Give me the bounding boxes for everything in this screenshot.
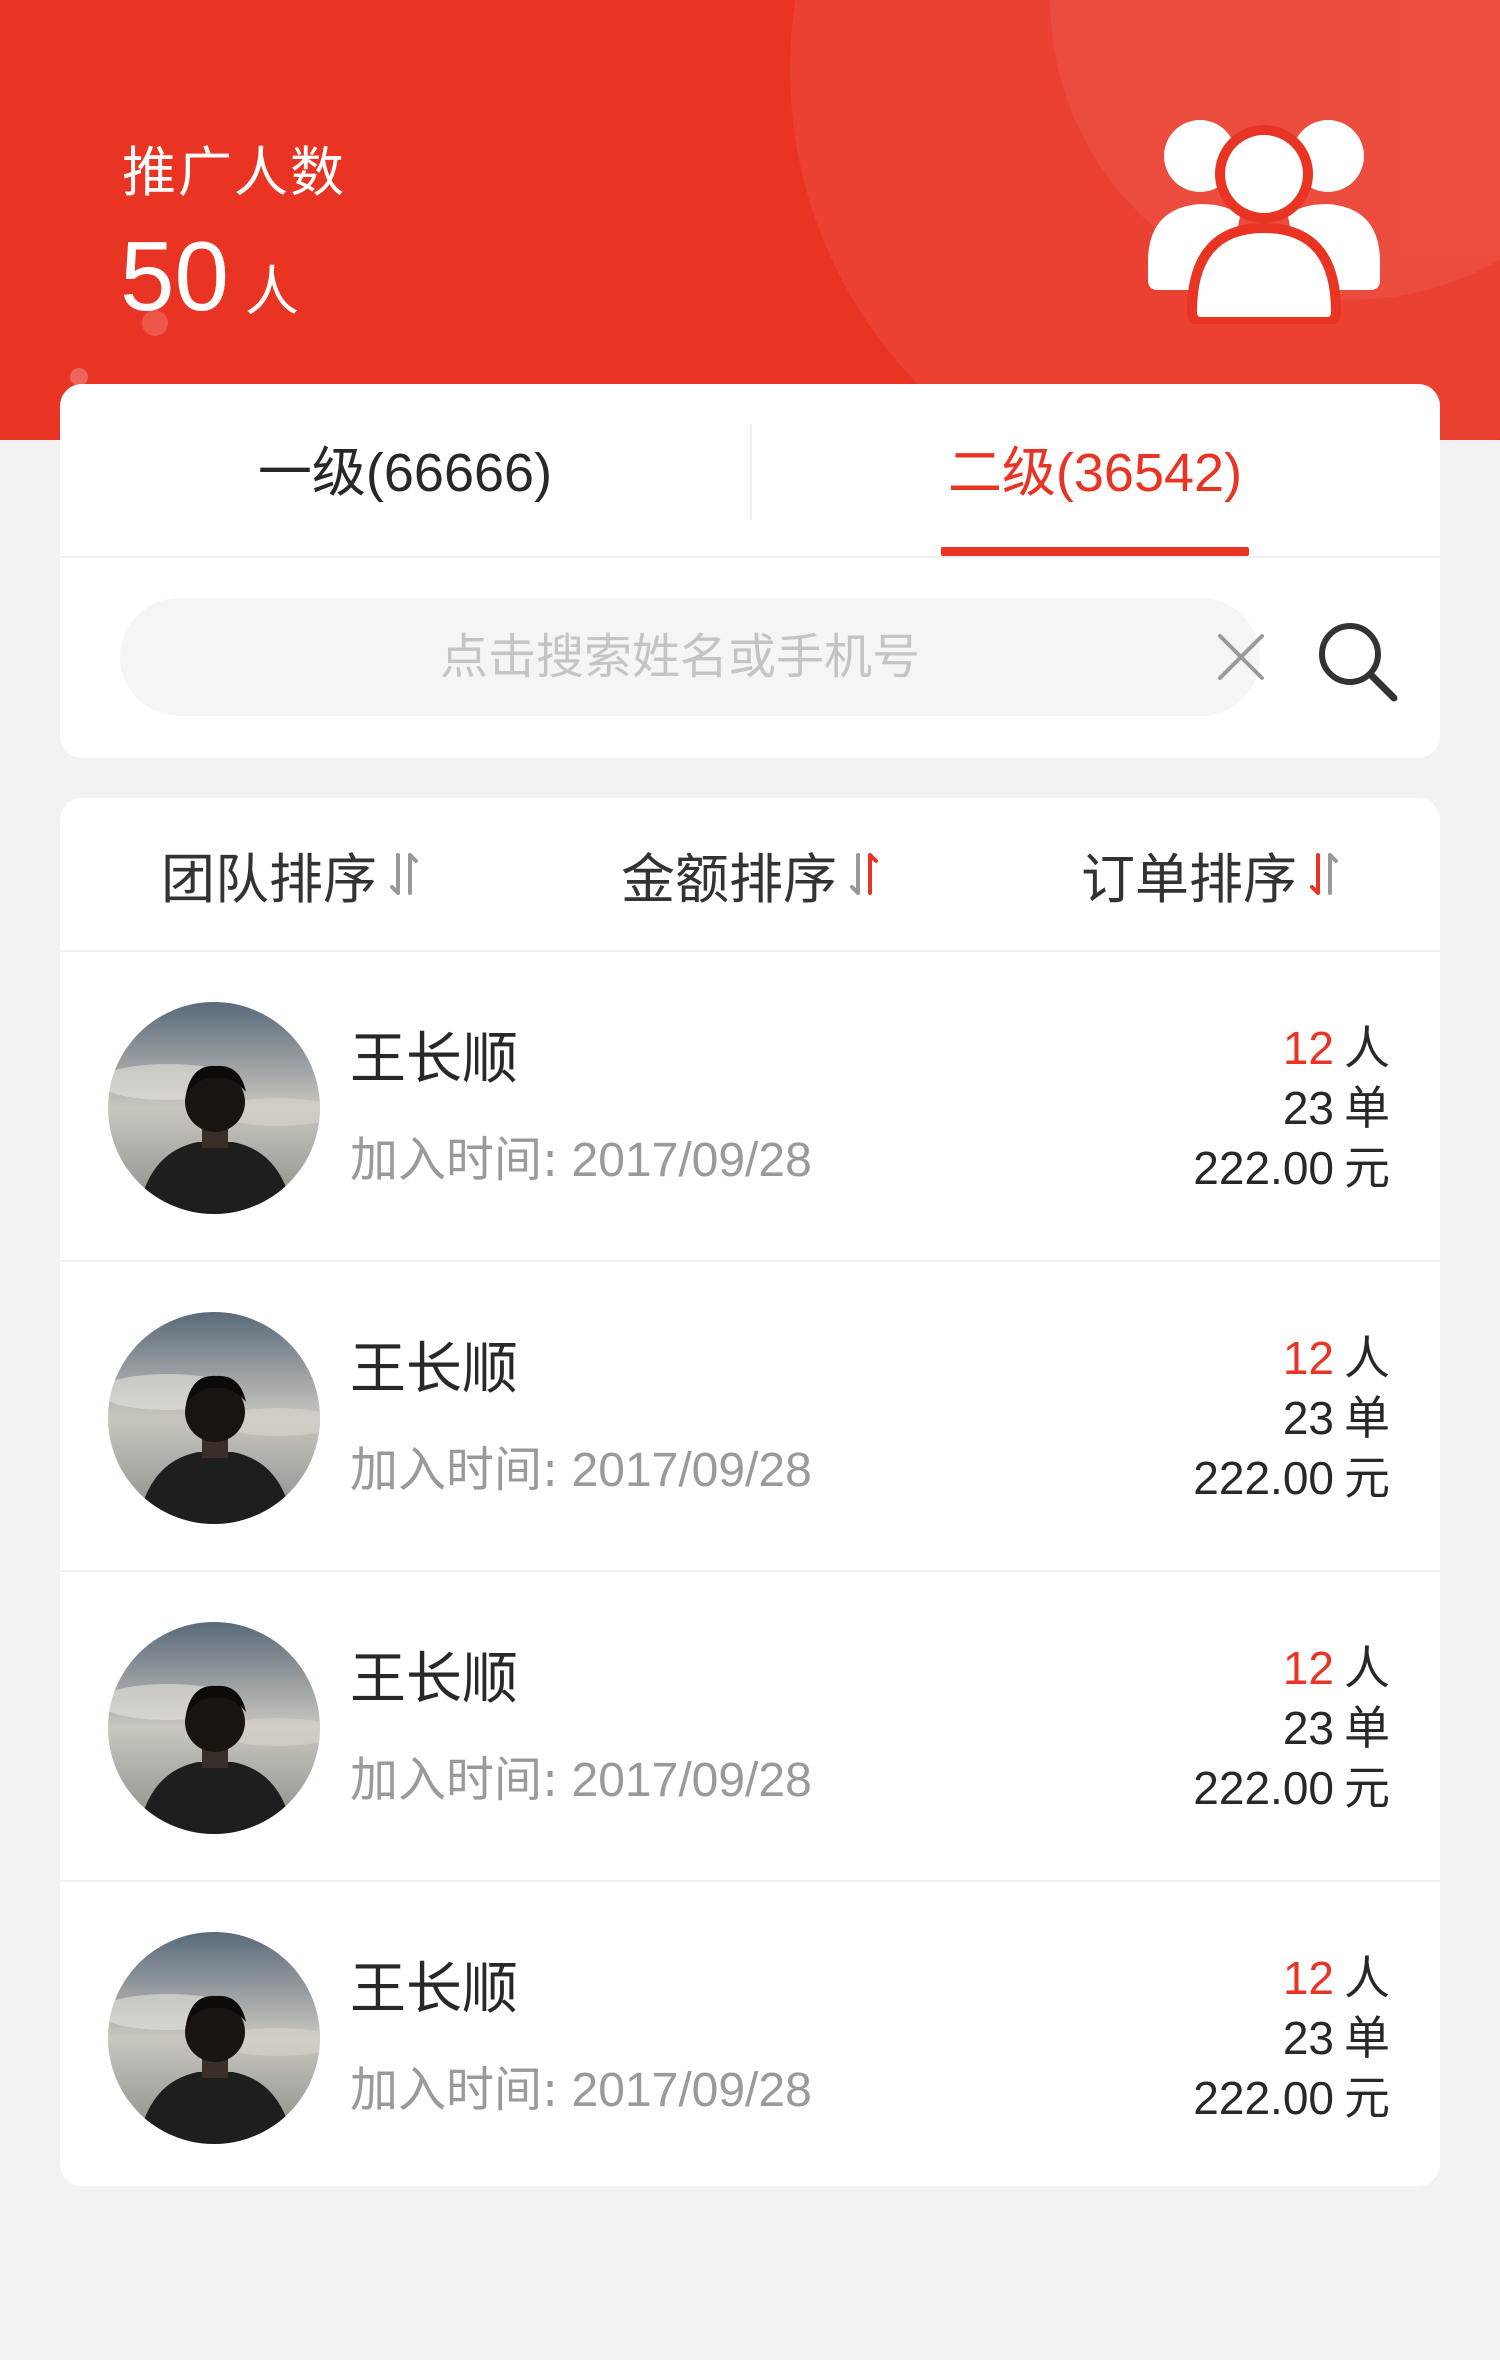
search-input[interactable]	[270, 598, 1090, 716]
level-tabs: 一级(66666) 二级(36542)	[60, 384, 1440, 558]
order-count: 23	[1282, 1392, 1334, 1444]
avatar	[108, 1002, 320, 1214]
amount: 222.00	[1193, 2072, 1334, 2124]
join-date-value: 2017/09/28	[571, 1444, 812, 1497]
order-count-unit: 单	[1344, 1081, 1390, 1135]
sort-by-amount-label: 金额排序	[621, 847, 837, 911]
member-name: 王长顺	[350, 1027, 518, 1092]
member-join-date: 加入时间: 2017/09/28	[350, 1120, 812, 1190]
sort-by-amount[interactable]: 金额排序	[520, 798, 980, 950]
promotion-header: 推广人数 50 人	[0, 0, 1500, 440]
promotion-count-value: 50	[120, 221, 230, 331]
team-count: 12	[1282, 1952, 1334, 2004]
order-count: 23	[1282, 1082, 1334, 1134]
member-stats: 12 人 23 单 222.00 元	[1193, 1638, 1390, 1818]
avatar	[108, 1622, 320, 1834]
join-date-label: 加入时间:	[350, 2062, 559, 2118]
tab-level-one[interactable]: 一级(66666)	[60, 384, 750, 556]
tab-level-two[interactable]: 二级(36542)	[750, 384, 1440, 556]
member-join-date: 加入时间: 2017/09/28	[350, 2050, 812, 2120]
avatar	[108, 1932, 320, 2144]
join-date-value: 2017/09/28	[571, 1134, 812, 1187]
member-name: 王长顺	[350, 1337, 518, 1402]
active-tab-underline	[941, 547, 1249, 556]
join-date-value: 2017/09/28	[571, 1754, 812, 1807]
amount: 222.00	[1193, 1452, 1334, 1504]
team-count: 12	[1282, 1022, 1334, 1074]
tabs-search-card: 一级(66666) 二级(36542)	[60, 384, 1440, 758]
order-count-unit: 单	[1344, 1391, 1390, 1445]
sort-by-team-label: 团队排序	[161, 847, 377, 911]
team-icon	[1148, 120, 1380, 324]
amount: 222.00	[1193, 1142, 1334, 1194]
join-date-label: 加入时间:	[350, 1752, 559, 1808]
team-count-unit: 人	[1344, 1641, 1390, 1695]
sort-bar: 团队排序 金额排序 订单排序	[60, 798, 1440, 952]
team-count-unit: 人	[1344, 1021, 1390, 1075]
sort-by-orders-label: 订单排序	[1081, 847, 1297, 911]
promotion-count-label: 推广人数	[122, 141, 346, 204]
order-count-unit: 单	[1344, 1701, 1390, 1755]
sort-by-team[interactable]: 团队排序	[60, 798, 520, 950]
sort-by-orders[interactable]: 订单排序	[980, 798, 1440, 950]
list-item[interactable]: 王长顺 加入时间: 2017/09/28 12 人 23 单 222.00 元	[60, 952, 1440, 1262]
amount-unit: 元	[1344, 1761, 1390, 1815]
search-box	[120, 598, 1264, 716]
team-count: 12	[1282, 1642, 1334, 1694]
member-list-card: 团队排序 金额排序 订单排序 王长顺 加入时间: 2017/09/28 12 人…	[60, 798, 1440, 2186]
team-count: 12	[1282, 1332, 1334, 1384]
list-item[interactable]: 王长顺 加入时间: 2017/09/28 12 人 23 单 222.00 元	[60, 1572, 1440, 1882]
list-item[interactable]: 王长顺 加入时间: 2017/09/28 12 人 23 单 222.00 元	[60, 1262, 1440, 1572]
team-count-unit: 人	[1344, 1951, 1390, 2005]
join-date-value: 2017/09/28	[571, 2064, 812, 2117]
member-name: 王长顺	[350, 1647, 518, 1712]
sort-arrows-icon	[390, 853, 418, 895]
sort-arrows-icon	[1310, 853, 1338, 895]
amount-unit: 元	[1344, 1141, 1390, 1195]
search-icon[interactable]	[1310, 614, 1406, 710]
amount: 222.00	[1193, 1762, 1334, 1814]
close-icon[interactable]	[1212, 628, 1270, 686]
avatar	[108, 1312, 320, 1524]
member-stats: 12 人 23 单 222.00 元	[1193, 1018, 1390, 1198]
order-count: 23	[1282, 1702, 1334, 1754]
promotion-count: 50 人	[120, 220, 299, 333]
member-join-date: 加入时间: 2017/09/28	[350, 1430, 812, 1500]
amount-unit: 元	[1344, 1451, 1390, 1505]
sort-arrows-icon	[850, 853, 878, 895]
search-row	[60, 558, 1440, 758]
team-count-unit: 人	[1344, 1331, 1390, 1385]
list-item[interactable]: 王长顺 加入时间: 2017/09/28 12 人 23 单 222.00 元	[60, 1882, 1440, 2186]
member-stats: 12 人 23 单 222.00 元	[1193, 1948, 1390, 2128]
member-stats: 12 人 23 单 222.00 元	[1193, 1328, 1390, 1508]
order-count-unit: 单	[1344, 2011, 1390, 2065]
member-join-date: 加入时间: 2017/09/28	[350, 1740, 812, 1810]
tab-level-two-label: 二级(36542)	[947, 443, 1243, 503]
join-date-label: 加入时间:	[350, 1442, 559, 1498]
promotion-count-unit: 人	[245, 260, 300, 323]
amount-unit: 元	[1344, 2071, 1390, 2125]
order-count: 23	[1282, 2012, 1334, 2064]
join-date-label: 加入时间:	[350, 1132, 559, 1188]
member-name: 王长顺	[350, 1957, 518, 2022]
